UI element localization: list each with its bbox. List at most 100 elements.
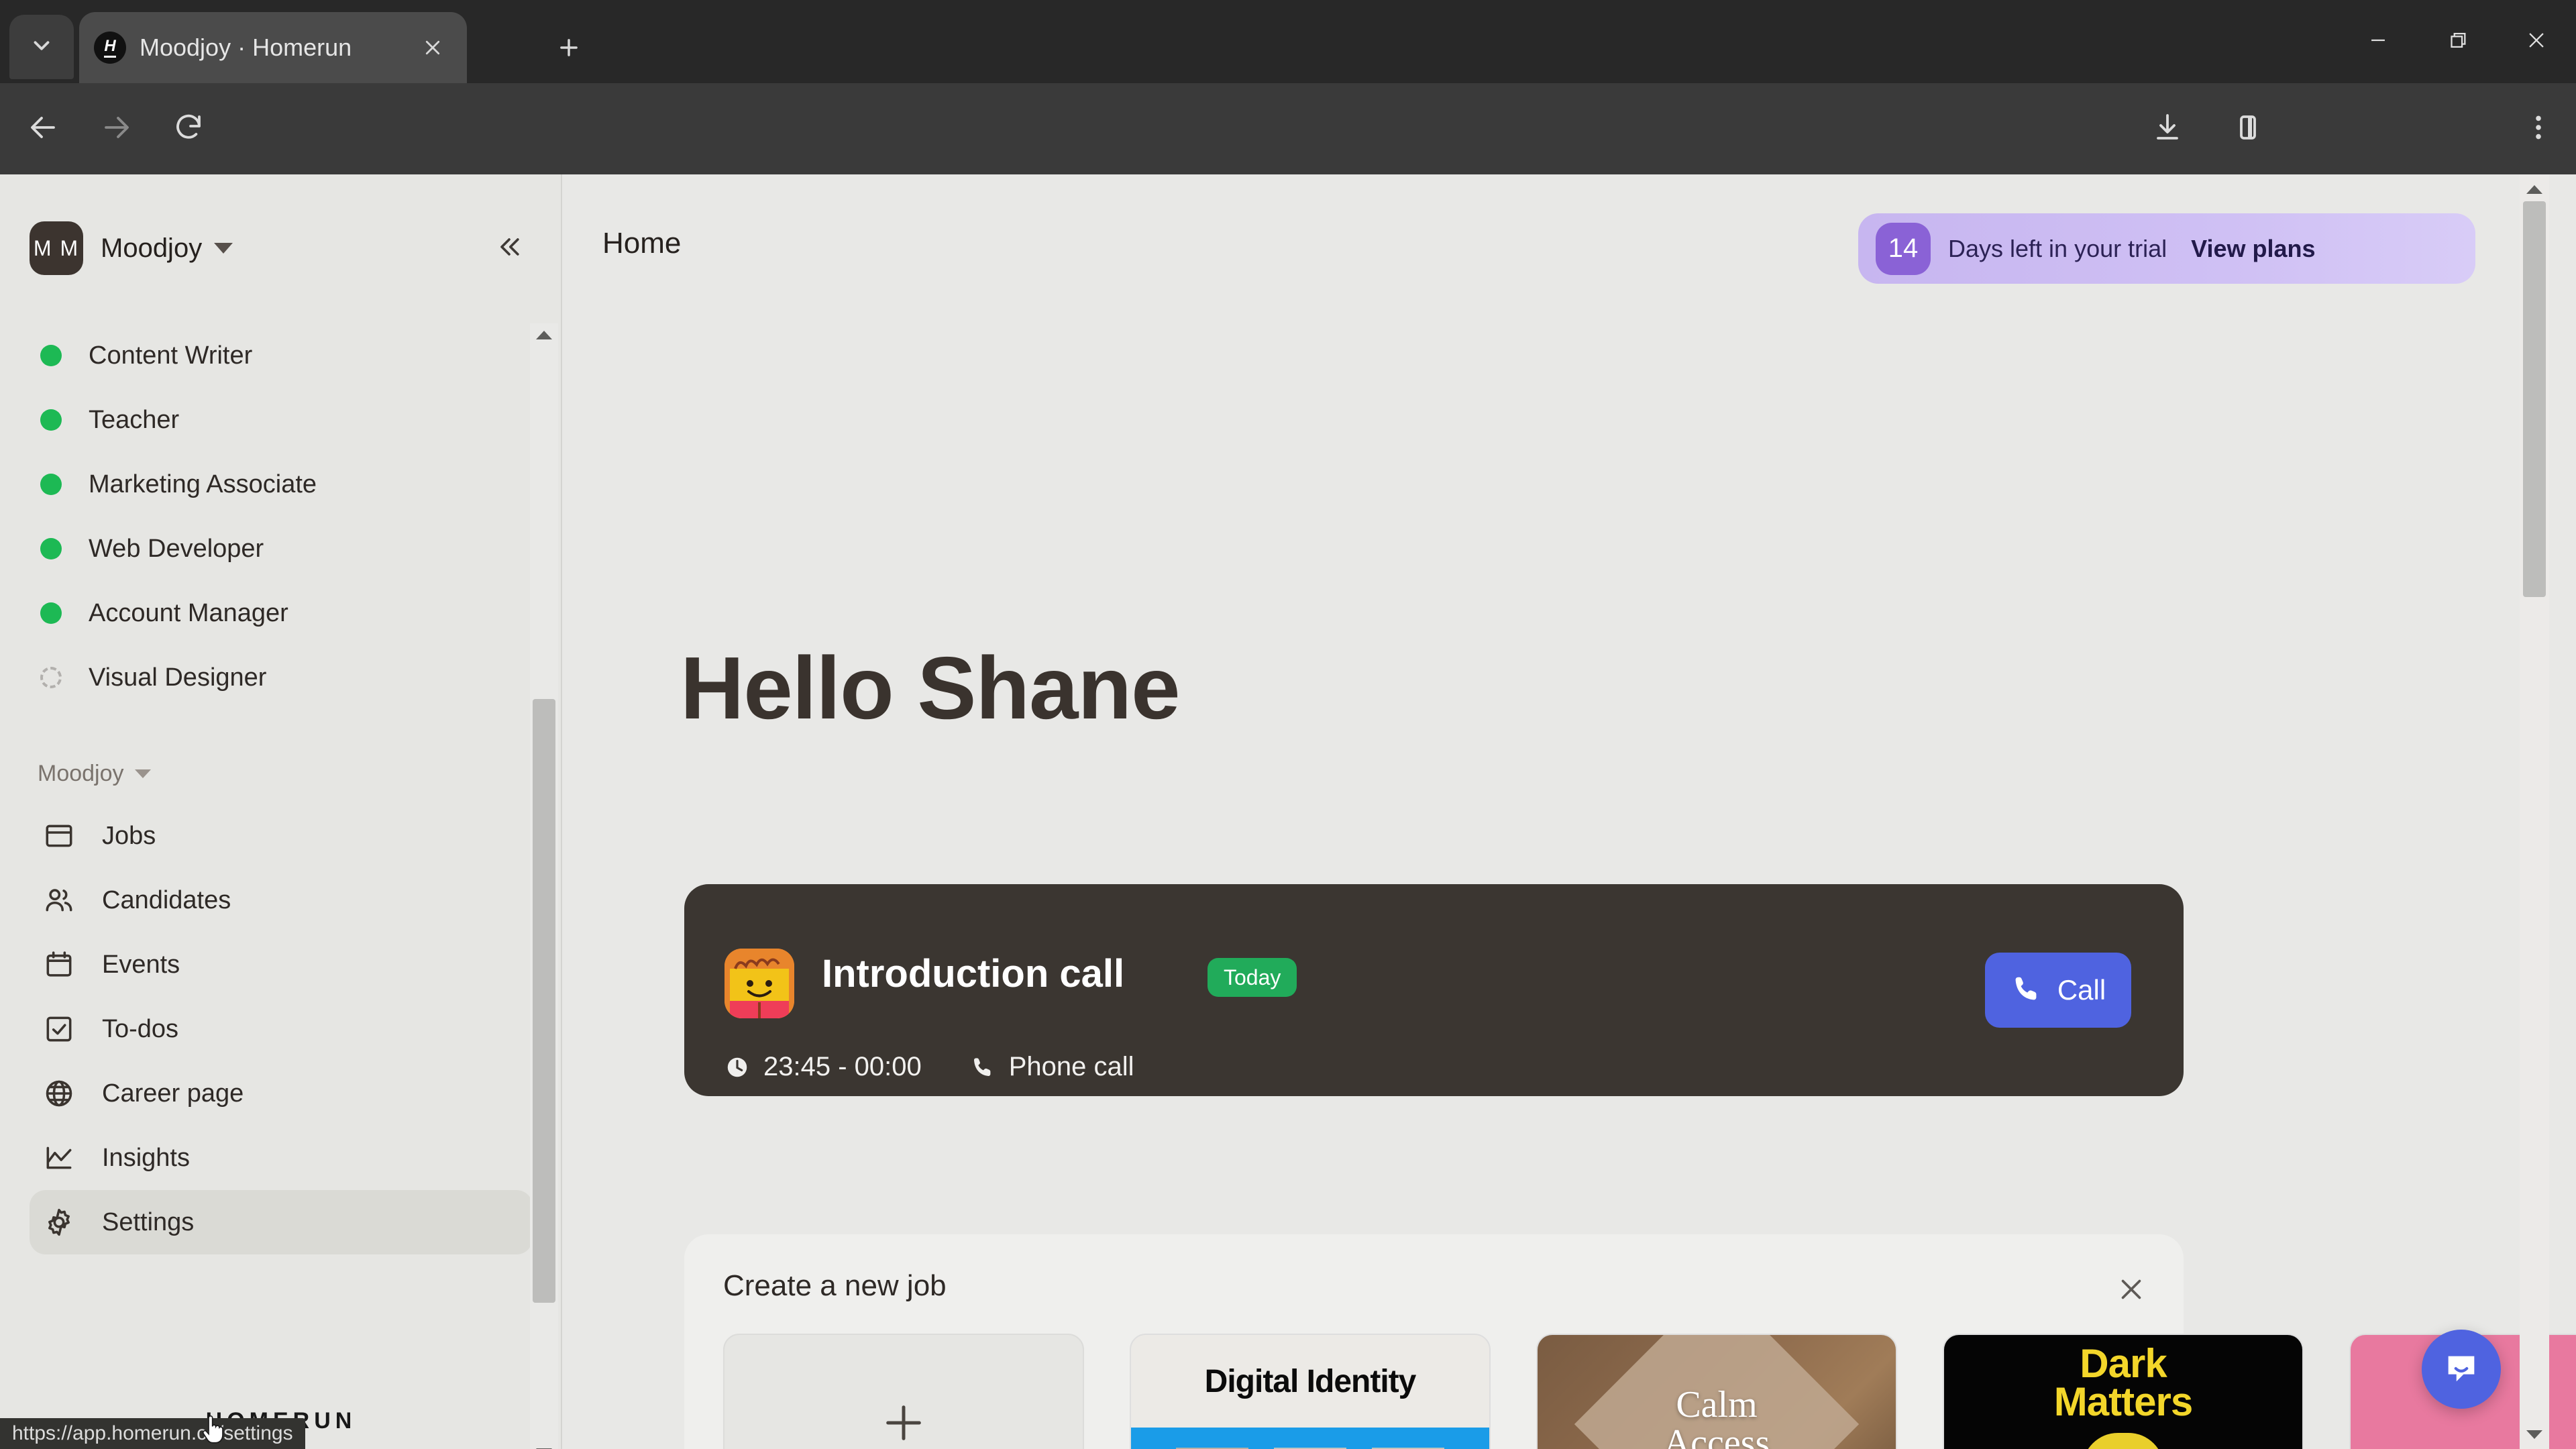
triangle-down-icon: [2526, 1430, 2542, 1439]
three-dot-menu-icon: [2522, 111, 2555, 147]
status-dot-icon: [40, 602, 62, 624]
mouse-cursor: [199, 1414, 225, 1446]
sidebar-item-to-dos[interactable]: To-dos: [30, 997, 533, 1061]
tab-strip: H Moodjoy · Homerun: [0, 0, 2576, 83]
sidebar-job-visual-designer[interactable]: Visual Designer: [0, 645, 562, 710]
tab-title: Moodjoy · Homerun: [140, 34, 352, 61]
greeting-heading: Hello Shane: [680, 639, 1181, 737]
minimize-icon: [2367, 29, 2390, 55]
create-job-title: Create a new job: [723, 1269, 947, 1302]
sidebar-scroll-up-button[interactable]: [530, 323, 558, 346]
page-scrollbar-thumb[interactable]: [2523, 201, 2546, 597]
side-panel-button[interactable]: [2231, 111, 2265, 146]
sidebar-section-moodjoy[interactable]: Moodjoy: [0, 743, 562, 804]
sidebar-scrollbar-thumb[interactable]: [533, 699, 555, 1303]
job-template-digital-identity[interactable]: Digital Identity Digital Identity: [1130, 1334, 1491, 1449]
plus-icon: [556, 35, 582, 64]
clock-icon: [723, 1053, 751, 1081]
job-template-dark-matters[interactable]: DarkMatters Dark Matters: [1943, 1334, 2304, 1449]
sidebar-job-marketing-associate[interactable]: Marketing Associate: [0, 452, 562, 517]
chart-line-icon: [42, 1140, 76, 1175]
sidebar-job-account-manager[interactable]: Account Manager: [0, 581, 562, 645]
minimize-window-button[interactable]: [2339, 0, 2418, 83]
thumbnail-headline: Calm Access: [1663, 1383, 1770, 1449]
collapse-sidebar-button[interactable]: [486, 225, 533, 272]
event-title: Introduction call: [822, 952, 1125, 996]
sidebar-item-jobs[interactable]: Jobs: [30, 804, 533, 868]
close-icon: [2116, 1274, 2147, 1308]
org-avatar: M M: [30, 221, 83, 275]
chevron-down-icon: [29, 33, 54, 62]
triangle-up-icon: [536, 330, 552, 339]
phone-icon: [969, 1053, 997, 1081]
close-create-job-button[interactable]: [2107, 1267, 2155, 1315]
sidebar-item-label: Jobs: [102, 821, 156, 850]
view-plans-link[interactable]: View plans: [2191, 235, 2315, 263]
sidebar-item-label: Insights: [102, 1143, 190, 1172]
triangle-up-icon: [2526, 184, 2542, 194]
sidebar-item-career-page[interactable]: Career page: [30, 1061, 533, 1126]
page-scrollbar[interactable]: [2520, 174, 2549, 1449]
tab-search-button[interactable]: [9, 15, 74, 79]
reload-button[interactable]: [171, 111, 206, 146]
intercom-launcher-button[interactable]: [2422, 1330, 2501, 1409]
browser-chrome: H Moodjoy · Homerun: [0, 0, 2576, 83]
side-panel-icon: [2232, 111, 2264, 147]
sidebar-item-insights[interactable]: Insights: [30, 1126, 533, 1190]
sidebar-item-events[interactable]: Events: [30, 932, 533, 997]
trial-banner: 14 Days left in your trial View plans: [1858, 213, 2475, 284]
status-dot-icon: [40, 538, 62, 559]
dark-matters-thumbnail: Dark Matters: [1943, 1334, 2304, 1449]
job-label: Teacher: [89, 405, 180, 434]
page-viewport: M M Moodjoy Content Writer Teacher Marke…: [0, 174, 2576, 1449]
close-window-button[interactable]: [2497, 0, 2576, 83]
download-icon: [2151, 111, 2184, 147]
browser-menu-button[interactable]: [2521, 111, 2556, 146]
sidebar-scroll-area: Content Writer Teacher Marketing Associa…: [0, 323, 562, 1309]
sidebar-job-web-developer[interactable]: Web Developer: [0, 517, 562, 581]
trial-text: Days left in your trial: [1948, 234, 2167, 262]
close-tab-button[interactable]: [413, 28, 452, 67]
sidebar-job-content-writer[interactable]: Content Writer: [0, 323, 562, 388]
sidebar-item-label: Settings: [102, 1208, 195, 1236]
section-label-text: Moodjoy: [38, 760, 124, 786]
arrow-right-icon: [101, 111, 133, 147]
app-sidebar: M M Moodjoy Content Writer Teacher Marke…: [0, 174, 562, 1449]
double-chevron-left-icon: [494, 232, 524, 265]
forward-button[interactable]: [99, 111, 134, 146]
browser-tab[interactable]: H Moodjoy · Homerun: [79, 12, 467, 83]
job-template-calm-access[interactable]: CalmAccess Calm Access: [1536, 1334, 1897, 1449]
job-label: Visual Designer: [89, 663, 267, 692]
sidebar-job-teacher[interactable]: Teacher: [0, 388, 562, 452]
sidebar-item-candidates[interactable]: Candidates: [30, 868, 533, 932]
upcoming-event-card[interactable]: Introduction call Today 23:45 - 00:00 Ph…: [684, 884, 2184, 1096]
call-button[interactable]: Call: [1985, 953, 2131, 1028]
page-scroll-up-button[interactable]: [2520, 178, 2549, 200]
checkbox-icon: [42, 1012, 76, 1046]
back-button[interactable]: [25, 111, 60, 146]
sidebar-item-label: Events: [102, 950, 180, 979]
page-title: Home: [602, 227, 682, 260]
page-scroll-down-button[interactable]: [2520, 1424, 2549, 1445]
new-tab-button[interactable]: [547, 27, 591, 71]
sidebar-item-settings[interactable]: Settings: [30, 1190, 533, 1254]
maximize-window-button[interactable]: [2418, 0, 2497, 83]
sidebar-scrollbar[interactable]: [530, 323, 558, 1449]
arrow-left-icon: [27, 111, 59, 147]
job-label: Account Manager: [89, 598, 288, 627]
event-type: Phone call: [1008, 1052, 1134, 1081]
org-name[interactable]: Moodjoy: [101, 233, 202, 264]
browser-status-bar: https://app.homerun.co/settings: [0, 1418, 305, 1449]
create-new-job-panel: Create a new job New template: [684, 1234, 2576, 1449]
event-meta: 23:45 - 00:00 Phone call: [723, 1052, 1134, 1082]
job-template-new[interactable]: New template: [723, 1334, 1084, 1449]
thumbnail-headline: Dark Matters: [2053, 1341, 2193, 1424]
digital-identity-thumbnail: Digital Identity: [1130, 1334, 1491, 1449]
thumbnail-headline: Digital Identity: [1204, 1363, 1417, 1399]
caret-down-icon[interactable]: [214, 243, 233, 254]
candidates-icon: [42, 883, 76, 918]
downloads-button[interactable]: [2150, 111, 2185, 146]
chat-bubble-icon: [2442, 1348, 2481, 1391]
sidebar-scroll-down-button[interactable]: [530, 1441, 558, 1449]
main-content: Home 14 Days left in your trial View pla…: [564, 174, 2576, 1449]
